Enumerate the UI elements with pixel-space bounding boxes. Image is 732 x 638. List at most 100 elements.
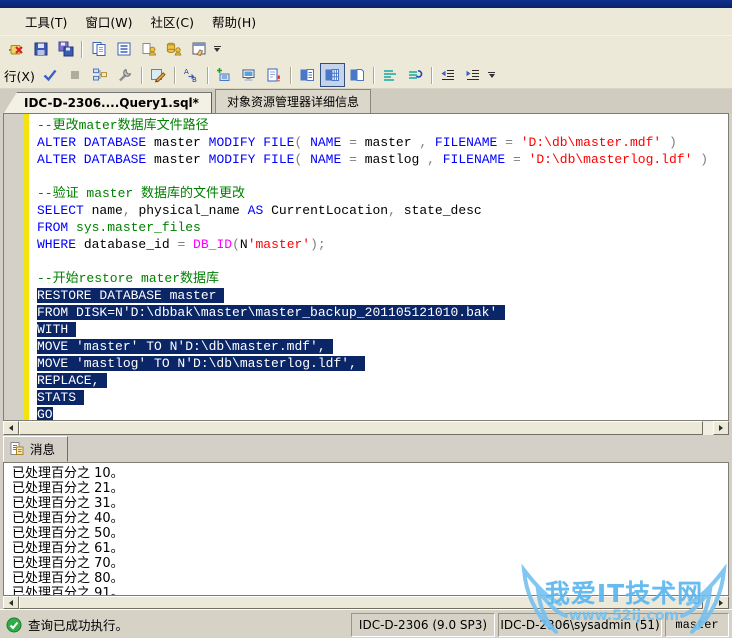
messages-tab-label: 消息	[30, 439, 55, 458]
save-all-button[interactable]	[53, 37, 78, 61]
results-to-text-icon	[299, 67, 315, 83]
estimated-plan-button[interactable]	[88, 63, 113, 87]
scroll-left-icon	[9, 425, 13, 431]
status-message: 查询已成功执行。	[28, 615, 128, 634]
cancel-query-button[interactable]	[63, 63, 88, 87]
increase-indent-button[interactable]	[461, 63, 486, 87]
summary-list-button[interactable]	[111, 37, 136, 61]
template-parameters-icon: A B	[183, 67, 199, 83]
scroll-right-button[interactable]	[713, 421, 729, 435]
stop-icon	[67, 67, 83, 83]
uncomment-lines-button[interactable]	[403, 63, 428, 87]
parse-check-icon	[42, 67, 58, 83]
query-options-button[interactable]	[113, 63, 138, 87]
code-line: FROM sys.master_files	[37, 219, 728, 236]
menu-bar: 工具(T) 窗口(W) 社区(C) 帮助(H)	[0, 8, 732, 36]
wrench-icon	[117, 67, 133, 83]
toolbar-separator	[141, 67, 143, 84]
menu-help[interactable]: 帮助(H)	[203, 8, 265, 35]
execute-button[interactable]: 行(X)	[3, 66, 38, 85]
toolbar-separator	[373, 67, 375, 84]
results-to-grid-button[interactable]	[320, 63, 345, 87]
menu-community[interactable]: 社区(C)	[142, 8, 203, 35]
toolbar-overflow-icon	[488, 72, 495, 73]
code-line: --更改mater数据库文件路径	[37, 117, 728, 134]
scroll-left-button[interactable]	[3, 596, 19, 609]
script-objects-icon	[166, 41, 182, 57]
toolbar-separator	[207, 67, 209, 84]
standard-toolbar	[0, 36, 732, 62]
scroll-left-icon	[9, 600, 13, 606]
code-line: RESTORE DATABASE master	[37, 287, 728, 304]
messages-icon	[9, 441, 25, 457]
actual-plan-button[interactable]	[212, 63, 237, 87]
results-to-grid-icon	[324, 67, 340, 83]
svg-text:B: B	[192, 76, 197, 83]
tab-object-explorer-details[interactable]: 对象资源管理器详细信息	[215, 89, 371, 113]
message-line: 已处理百分之 10。	[12, 466, 728, 481]
scroll-right-icon	[719, 425, 723, 431]
menu-window[interactable]: 窗口(W)	[76, 8, 141, 35]
summary-list-icon	[116, 41, 132, 57]
message-line: 已处理百分之 31。	[12, 496, 728, 511]
code-line: MOVE 'master' TO N'D:\db\master.mdf',	[37, 338, 728, 355]
scroll-right-button[interactable]	[713, 596, 729, 609]
code-line: MOVE 'mastlog' TO N'D:\db\masterlog.ldf'…	[37, 355, 728, 372]
parse-button[interactable]	[38, 63, 63, 87]
scrollbar-thumb[interactable]	[19, 596, 703, 609]
results-to-file-button[interactable]	[345, 63, 370, 87]
client-statistics-button[interactable]	[237, 63, 262, 87]
comment-lines-button[interactable]	[378, 63, 403, 87]
results-pane-button[interactable]	[262, 63, 287, 87]
toolbar-overflow-button[interactable]	[486, 64, 498, 86]
status-bar: 查询已成功执行。 IDC-D-2306 (9.0 SP3) IDC-D-2306…	[0, 609, 732, 638]
code-line: GO	[37, 406, 728, 420]
message-line: 已处理百分之 70。	[12, 556, 728, 571]
code-line: --开始restore mater数据库	[37, 270, 728, 287]
toolbar-separator	[174, 67, 176, 84]
toolbar-separator	[81, 41, 83, 58]
sql-editor[interactable]: --更改mater数据库文件路径ALTER DATABASE master MO…	[3, 113, 729, 421]
change-connection-icon	[8, 41, 24, 57]
tab-messages[interactable]: 消息	[3, 436, 68, 462]
code-line: REPLACE,	[37, 372, 728, 389]
scroll-left-button[interactable]	[3, 421, 19, 435]
code-line: WITH	[37, 321, 728, 338]
script-wizard-button[interactable]	[136, 37, 161, 61]
status-message-area: 查询已成功执行。	[3, 615, 348, 634]
editor-hscrollbar[interactable]	[3, 421, 729, 435]
code-line: ALTER DATABASE master MODIFY FILE( NAME …	[37, 134, 728, 151]
results-to-file-icon	[349, 67, 365, 83]
results-pane-icon	[266, 67, 282, 83]
code-area[interactable]: --更改mater数据库文件路径ALTER DATABASE master MO…	[29, 114, 728, 420]
change-connection-button[interactable]	[3, 37, 28, 61]
save-all-icon	[58, 41, 74, 57]
design-query-pencil-icon	[150, 67, 166, 83]
template-parameters-button[interactable]: A B	[179, 63, 204, 87]
client-statistics-icon	[241, 67, 257, 83]
message-line: 已处理百分之 61。	[12, 541, 728, 556]
decrease-indent-button[interactable]	[436, 63, 461, 87]
results-to-text-button[interactable]	[295, 63, 320, 87]
toolbar-overflow-button[interactable]	[211, 38, 223, 60]
design-query-button[interactable]	[146, 63, 171, 87]
status-database: master	[665, 613, 729, 637]
menu-tools[interactable]: 工具(T)	[16, 8, 76, 35]
toolbar-separator	[290, 67, 292, 84]
tab-query1[interactable]: IDC-D-2306....Query1.sql*	[4, 92, 212, 113]
status-user: IDC-D-2306\sysadmin (51)	[498, 613, 662, 637]
document-tab-strip: IDC-D-2306....Query1.sql* 对象资源管理器详细信息	[0, 89, 732, 113]
message-line: 已处理百分之 91。	[12, 586, 728, 596]
code-line: --验证 master 数据库的文件更改	[37, 185, 728, 202]
script-objects-button[interactable]	[161, 37, 186, 61]
copy-script-icon	[91, 41, 107, 57]
save-icon	[33, 41, 49, 57]
toolbar-overflow-icon	[214, 46, 221, 47]
scrollbar-thumb[interactable]	[19, 421, 703, 435]
selection-margin[interactable]	[4, 114, 24, 420]
copy-script-button[interactable]	[86, 37, 111, 61]
properties-window-button[interactable]	[186, 37, 211, 61]
messages-hscrollbar[interactable]	[3, 596, 729, 609]
save-button[interactable]	[28, 37, 53, 61]
success-check-icon	[6, 617, 22, 633]
